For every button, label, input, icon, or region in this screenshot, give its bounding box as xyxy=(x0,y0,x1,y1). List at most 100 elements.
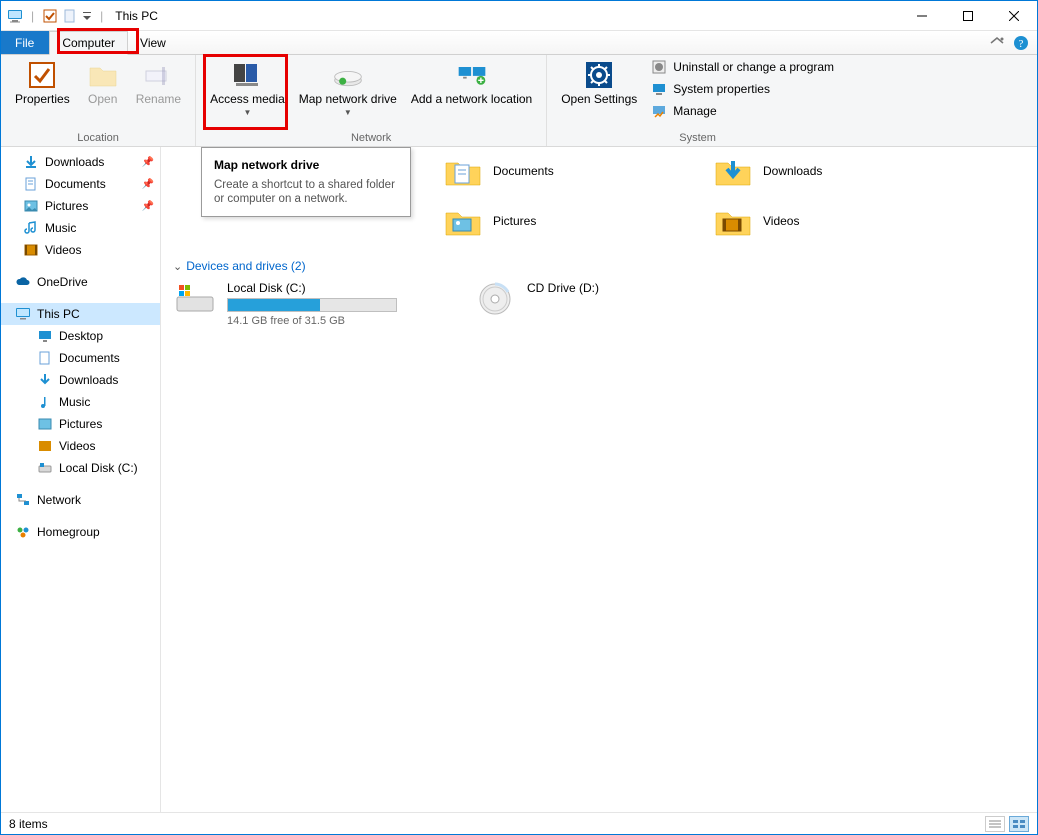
group-title-system: System xyxy=(679,130,716,146)
minimize-button[interactable] xyxy=(899,1,945,31)
map-network-drive-icon xyxy=(332,59,364,91)
folder-videos[interactable]: Videos xyxy=(713,201,943,241)
map-network-drive-label: Map network drive xyxy=(299,93,397,106)
minimize-ribbon-icon[interactable] xyxy=(989,35,1005,51)
nav-documents-pc[interactable]: Documents xyxy=(1,347,160,369)
open-label: Open xyxy=(88,93,117,106)
properties-button[interactable]: Properties xyxy=(9,57,76,108)
tab-view[interactable]: View xyxy=(128,31,179,54)
nav-videos-pc[interactable]: Videos xyxy=(1,435,160,457)
system-properties-button[interactable]: System properties xyxy=(645,79,840,99)
rename-button: Rename xyxy=(130,57,187,108)
nav-label: Videos xyxy=(45,243,81,257)
nav-label: Videos xyxy=(59,439,95,453)
nav-label: Music xyxy=(45,221,76,235)
ribbon: Properties Open Rename Location xyxy=(1,55,1037,147)
properties-label: Properties xyxy=(15,93,70,106)
nav-label: Documents xyxy=(45,177,106,191)
manage-button[interactable]: Manage xyxy=(645,101,840,121)
tab-computer[interactable]: Computer xyxy=(49,31,128,55)
access-media-icon xyxy=(231,59,263,91)
title-bar: | | This PC xyxy=(1,1,1037,31)
drive-cd-d[interactable]: CD Drive (D:) xyxy=(473,279,733,327)
rename-label: Rename xyxy=(136,93,181,106)
settings-gear-icon xyxy=(583,59,615,91)
drive-free-text: 14.1 GB free of 31.5 GB xyxy=(227,315,433,327)
qat-dropdown-icon[interactable] xyxy=(82,8,92,24)
add-network-location-button[interactable]: Add a network location xyxy=(405,57,538,108)
nav-network[interactable]: Network xyxy=(1,489,160,511)
homegroup-icon xyxy=(15,524,31,540)
close-button[interactable] xyxy=(991,1,1037,31)
nav-homegroup[interactable]: Homegroup xyxy=(1,521,160,543)
maximize-button[interactable] xyxy=(945,1,991,31)
help-icon[interactable]: ? xyxy=(1013,35,1029,51)
nav-music[interactable]: Music xyxy=(1,217,160,239)
folder-pictures[interactable]: Pictures xyxy=(443,201,673,241)
uninstall-program-button[interactable]: Uninstall or change a program xyxy=(645,57,840,77)
new-item-qat-icon[interactable] xyxy=(62,8,78,24)
nav-label: Downloads xyxy=(59,373,118,387)
videos-folder-icon xyxy=(713,201,753,241)
pin-icon: 📌 xyxy=(142,179,154,190)
nav-label: Pictures xyxy=(45,199,88,213)
nav-this-pc[interactable]: This PC xyxy=(1,303,160,325)
nav-music-pc[interactable]: Music xyxy=(1,391,160,413)
system-properties-icon xyxy=(651,81,667,97)
this-pc-icon xyxy=(7,8,23,24)
tab-file[interactable]: File xyxy=(1,31,49,54)
documents-icon xyxy=(23,176,39,192)
folder-downloads[interactable]: Downloads xyxy=(713,151,943,191)
nav-label: Music xyxy=(59,395,90,409)
window-title: This PC xyxy=(115,9,158,23)
access-media-button[interactable]: Access media ▼ xyxy=(204,57,291,121)
network-icon xyxy=(15,492,31,508)
nav-downloads-pc[interactable]: Downloads xyxy=(1,369,160,391)
status-item-count: 8 items xyxy=(9,817,48,831)
properties-qat-icon[interactable] xyxy=(42,8,58,24)
chevron-down-icon: ▼ xyxy=(344,106,352,119)
nav-label: Network xyxy=(37,493,81,507)
nav-label: Homegroup xyxy=(37,525,100,539)
tooltip-body: Create a shortcut to a shared folder or … xyxy=(214,178,398,206)
uninstall-icon xyxy=(651,59,667,75)
nav-label: Local Disk (C:) xyxy=(59,461,138,475)
nav-downloads[interactable]: Downloads 📌 xyxy=(1,151,160,173)
nav-label: OneDrive xyxy=(37,275,88,289)
access-media-label: Access media xyxy=(210,93,285,106)
status-bar: 8 items xyxy=(1,812,1037,834)
folder-documents[interactable]: Documents xyxy=(443,151,673,191)
manage-icon xyxy=(651,103,667,119)
nav-videos[interactable]: Videos xyxy=(1,239,160,261)
view-large-icons-button[interactable] xyxy=(1009,816,1029,832)
music-icon xyxy=(37,394,53,410)
nav-local-disk[interactable]: Local Disk (C:) xyxy=(1,457,160,479)
navigation-pane[interactable]: Downloads 📌 Documents 📌 Pictures 📌 Music… xyxy=(1,147,161,812)
nav-pictures-pc[interactable]: Pictures xyxy=(1,413,160,435)
system-properties-label: System properties xyxy=(673,82,770,96)
drive-name: Local Disk (C:) xyxy=(227,281,433,295)
ribbon-group-network: Access media ▼ Map network drive ▼ Add a… xyxy=(196,55,547,146)
drive-icon xyxy=(173,279,217,319)
pictures-icon xyxy=(37,416,53,432)
nav-onedrive[interactable]: OneDrive xyxy=(1,271,160,293)
section-devices-header[interactable]: ⌄ Devices and drives (2) xyxy=(173,251,1025,279)
content-pane[interactable]: Documents Downloads Pictures xyxy=(161,147,1037,812)
section-title: Devices and drives (2) xyxy=(186,259,305,273)
nav-documents[interactable]: Documents 📌 xyxy=(1,173,160,195)
drive-icon xyxy=(37,460,53,476)
view-details-button[interactable] xyxy=(985,816,1005,832)
pin-icon: 📌 xyxy=(142,157,154,168)
drive-local-c[interactable]: Local Disk (C:) 14.1 GB free of 31.5 GB xyxy=(173,279,433,327)
svg-text:?: ? xyxy=(1019,38,1024,50)
tooltip-map-network-drive: Map network drive Create a shortcut to a… xyxy=(201,147,411,217)
map-network-drive-button[interactable]: Map network drive ▼ xyxy=(293,57,403,121)
open-settings-button[interactable]: Open Settings xyxy=(555,57,643,108)
nav-desktop[interactable]: Desktop xyxy=(1,325,160,347)
documents-icon xyxy=(37,350,53,366)
open-icon xyxy=(87,59,119,91)
download-icon xyxy=(23,154,39,170)
nav-pictures[interactable]: Pictures 📌 xyxy=(1,195,160,217)
folder-label: Pictures xyxy=(493,214,536,228)
quick-access-toolbar: | | xyxy=(7,8,107,24)
